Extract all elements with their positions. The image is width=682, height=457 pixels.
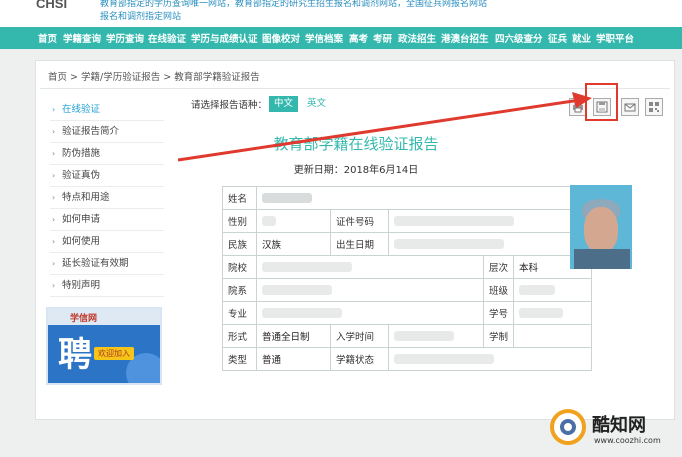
arrow-head [572, 92, 592, 108]
arrow-shaft [177, 98, 581, 162]
watermark-logo-inner [560, 419, 576, 435]
watermark-url: www.coozhi.com [594, 436, 661, 445]
annotation-arrow [177, 92, 592, 162]
